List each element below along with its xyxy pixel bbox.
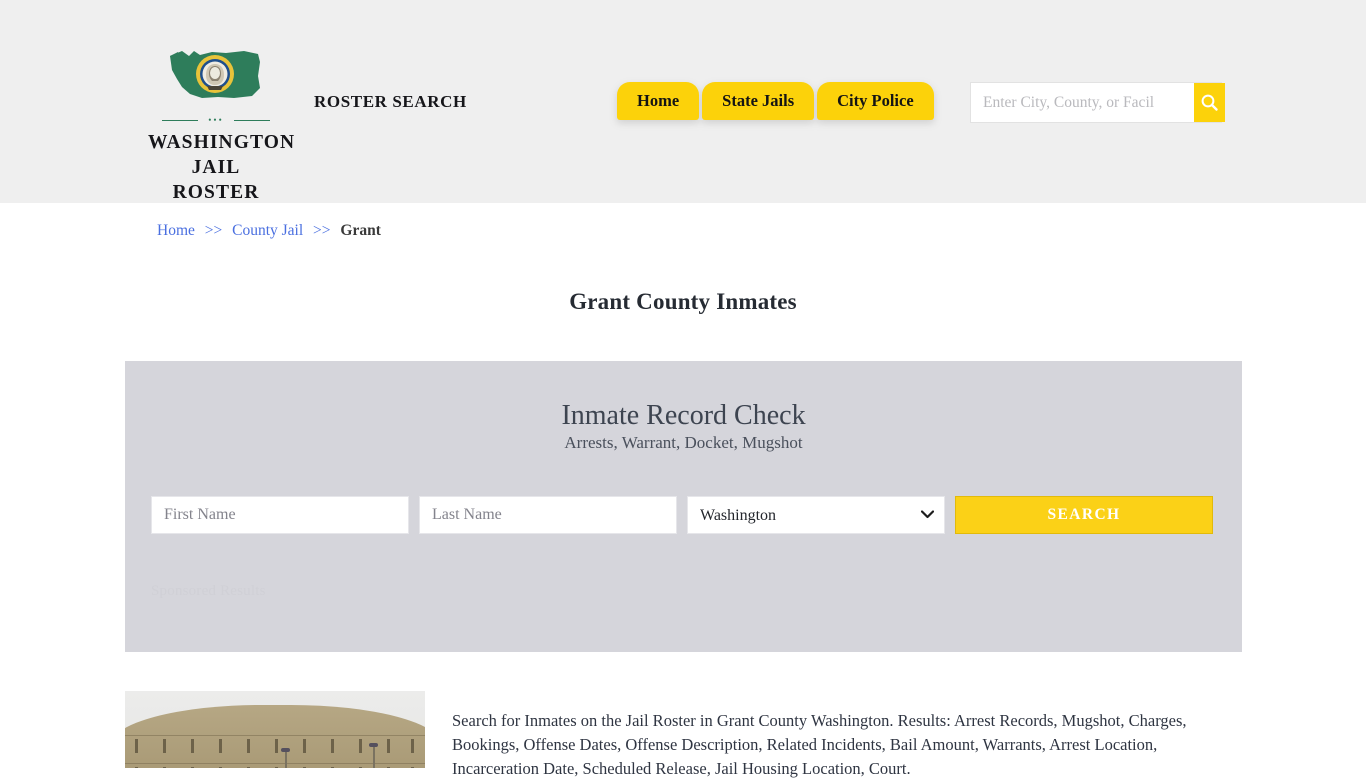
- page-title: Grant County Inmates: [569, 289, 797, 315]
- sponsored-results-label: Sponsored Results: [151, 583, 266, 599]
- state-select-wrapper: Washington: [687, 496, 945, 534]
- state-select[interactable]: Washington: [687, 496, 945, 534]
- breadcrumb-item-current: Grant: [340, 222, 381, 239]
- page-description: Search for Inmates on the Jail Roster in…: [452, 710, 1187, 778]
- panel-subtitle: Arrests, Warrant, Docket, Mugshot: [564, 433, 803, 452]
- header-search: [970, 82, 1225, 123]
- header-search-button[interactable]: [1194, 83, 1225, 122]
- header-search-input[interactable]: [971, 83, 1194, 122]
- breadcrumb-item-home[interactable]: Home: [157, 222, 195, 239]
- search-submit-button[interactable]: SEARCH: [955, 496, 1213, 534]
- logo-text-line1: WASHINGTON: [148, 132, 296, 153]
- search-icon: [1201, 94, 1218, 111]
- site-logo[interactable]: ••• WASHINGTON JAIL ROSTER: [148, 40, 296, 205]
- header-tagline: ROSTER SEARCH: [314, 92, 467, 111]
- nav-tab-state-jails[interactable]: State Jails: [702, 82, 815, 120]
- breadcrumb-separator: >>: [204, 222, 223, 239]
- first-name-input[interactable]: [151, 496, 409, 534]
- main-navigation: Home State Jails City Police: [617, 82, 934, 124]
- site-header: ••• WASHINGTON JAIL ROSTER ROSTER SEARCH…: [0, 0, 1366, 203]
- jail-building-photo: [125, 691, 425, 768]
- breadcrumb: Home >> County Jail >> Grant: [157, 221, 381, 241]
- last-name-input[interactable]: [419, 496, 677, 534]
- breadcrumb-separator: >>: [313, 222, 331, 239]
- nav-tab-city-police[interactable]: City Police: [817, 82, 934, 120]
- logo-text-line2: JAIL ROSTER: [172, 157, 260, 203]
- inmate-record-check-panel: Inmate Record Check Arrests, Warrant, Do…: [125, 361, 1242, 652]
- logo-divider: •••: [154, 116, 278, 126]
- inmate-search-form: Washington SEARCH: [151, 496, 1216, 534]
- breadcrumb-item-county-jail[interactable]: County Jail: [232, 222, 303, 239]
- washington-state-flag-icon: [148, 40, 284, 114]
- panel-title: Inmate Record Check: [561, 400, 806, 431]
- nav-tab-home[interactable]: Home: [617, 82, 700, 120]
